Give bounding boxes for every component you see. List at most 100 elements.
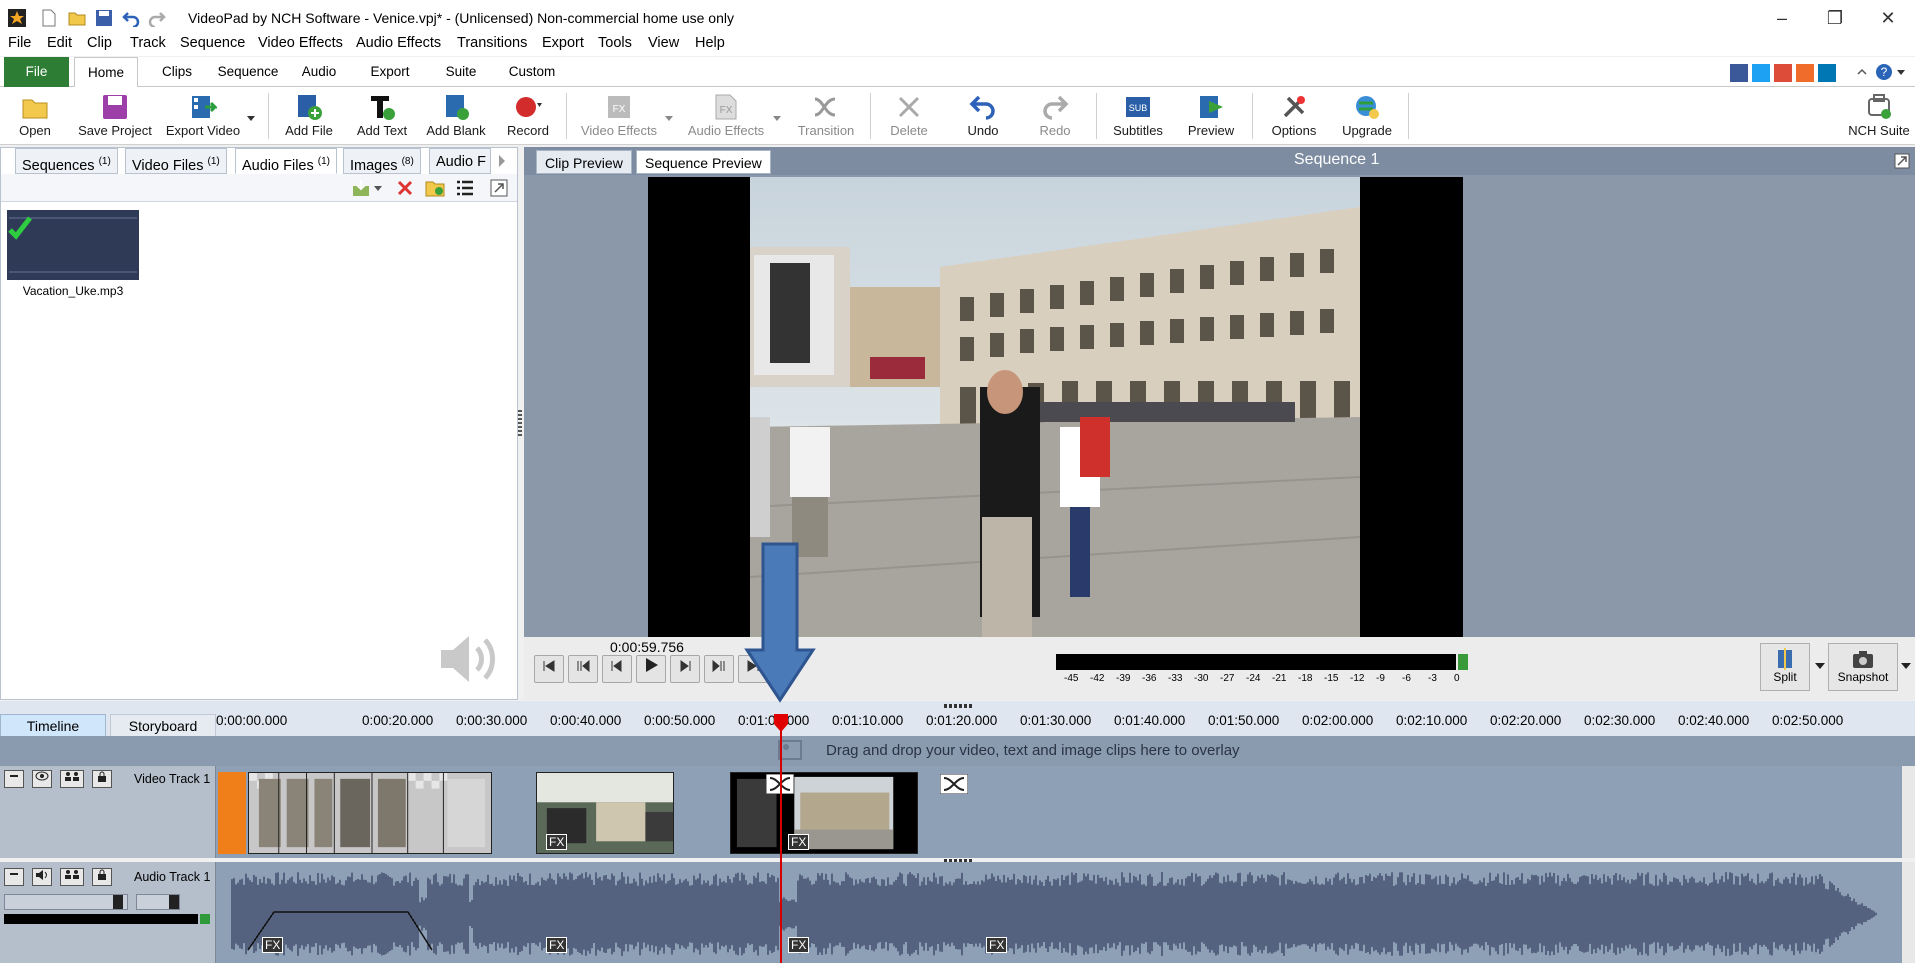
- volume-slider-thumb[interactable]: [113, 895, 123, 909]
- menu-view[interactable]: View: [648, 35, 679, 51]
- new-folder-icon[interactable]: [425, 178, 445, 198]
- blank-clip[interactable]: [218, 772, 246, 854]
- list-view-icon[interactable]: [455, 178, 475, 198]
- tab-home[interactable]: Home: [74, 57, 138, 88]
- video-effects-button[interactable]: FX Video Effects: [578, 89, 660, 143]
- open-button[interactable]: Open: [10, 89, 60, 143]
- next-clip-button[interactable]: [704, 655, 734, 683]
- remove-icon[interactable]: [395, 178, 415, 198]
- menu-sequence[interactable]: Sequence: [180, 35, 245, 51]
- undo-icon[interactable]: [122, 9, 140, 27]
- tab-clips[interactable]: Clips: [152, 57, 202, 87]
- split-button[interactable]: Split: [1760, 643, 1810, 691]
- delete-button[interactable]: Delete: [884, 89, 934, 143]
- help-dropdown-icon[interactable]: [1896, 67, 1906, 77]
- timeline-splitter-grip[interactable]: [944, 703, 974, 709]
- options-button[interactable]: Options: [1266, 89, 1322, 143]
- transition-button[interactable]: Transition: [792, 89, 860, 143]
- export-dropdown-icon[interactable]: [246, 113, 256, 123]
- tab-sequence[interactable]: Sequence: [212, 57, 284, 87]
- video-clip-3[interactable]: [730, 772, 918, 854]
- tab-scroll-right-icon[interactable]: [495, 152, 509, 170]
- save-icon[interactable]: [95, 9, 113, 27]
- audio-clip-4-fx-badge[interactable]: FX: [986, 937, 1008, 953]
- tab-audio[interactable]: Audio: [294, 57, 344, 87]
- menu-help[interactable]: Help: [695, 35, 725, 51]
- menu-edit[interactable]: Edit: [47, 35, 72, 51]
- tab-clip-preview[interactable]: Clip Preview: [536, 150, 632, 174]
- close-button[interactable]: ✕: [1868, 4, 1908, 32]
- tab-export[interactable]: Export: [362, 57, 418, 87]
- menu-audio-effects[interactable]: Audio Effects: [356, 35, 441, 51]
- pan-slider[interactable]: [136, 894, 180, 910]
- import-icon[interactable]: [351, 178, 371, 198]
- tab-images[interactable]: Images (8): [343, 148, 421, 174]
- tab-timeline[interactable]: Timeline: [0, 714, 106, 738]
- audio-clip-2-fx-badge[interactable]: FX: [546, 937, 568, 953]
- next-frame-button[interactable]: [670, 655, 700, 683]
- save-project-button[interactable]: Save Project: [76, 89, 154, 143]
- go-to-start-button[interactable]: [534, 655, 564, 683]
- export-video-button[interactable]: Export Video: [162, 89, 244, 143]
- preview-button[interactable]: Preview: [1182, 89, 1240, 143]
- playhead[interactable]: [780, 716, 782, 963]
- add-file-button[interactable]: Add File: [282, 89, 336, 143]
- tab-file[interactable]: File: [4, 57, 69, 87]
- video-effects-dropdown-icon[interactable]: [664, 113, 674, 123]
- collapse-ribbon-icon[interactable]: [1855, 65, 1869, 79]
- mute-track-button[interactable]: [32, 868, 52, 886]
- new-file-icon[interactable]: [40, 9, 58, 27]
- minimize-button[interactable]: –: [1762, 4, 1802, 32]
- open-folder-icon[interactable]: [68, 9, 86, 27]
- playhead-marker[interactable]: [772, 714, 790, 732]
- clip-3-fx-badge[interactable]: FX: [788, 834, 810, 850]
- restore-button[interactable]: ❐: [1815, 4, 1855, 32]
- timeline-ruler[interactable]: 0:00:00.000 0:00:20.000 0:00:30.000 0:00:40…: [216, 710, 1900, 736]
- collapse-audio-track-button[interactable]: [4, 868, 24, 886]
- audio-track-lock-button[interactable]: [92, 868, 112, 886]
- nch-suite-button[interactable]: NCH Suite: [1846, 89, 1912, 143]
- track-lock-button[interactable]: [92, 770, 112, 788]
- volume-slider[interactable]: [4, 894, 128, 910]
- subtitles-button[interactable]: SUB Subtitles: [1108, 89, 1168, 143]
- video-clip-1[interactable]: [248, 772, 492, 854]
- audio-clip-3-fx-badge[interactable]: FX: [788, 937, 810, 953]
- play-button[interactable]: [636, 655, 666, 683]
- transition-marker-icon[interactable]: [940, 774, 968, 794]
- tab-audio-files[interactable]: Audio Files (1): [235, 148, 337, 174]
- redo-icon[interactable]: [148, 9, 166, 27]
- menu-track[interactable]: Track: [130, 35, 166, 51]
- menu-file[interactable]: File: [8, 35, 31, 51]
- undo-button[interactable]: Undo: [958, 89, 1008, 143]
- clip-2-fx-badge[interactable]: FX: [546, 834, 568, 850]
- social-share-icons[interactable]: [1730, 63, 1850, 83]
- tab-storyboard[interactable]: Storyboard: [110, 714, 216, 738]
- tab-sequences[interactable]: Sequences (1): [15, 148, 118, 174]
- tab-suite[interactable]: Suite: [436, 57, 486, 87]
- snapshot-button[interactable]: Snapshot: [1828, 643, 1898, 691]
- tab-sequence-preview[interactable]: Sequence Preview: [636, 150, 771, 174]
- upgrade-button[interactable]: Upgrade: [1338, 89, 1396, 143]
- collapse-track-button[interactable]: [4, 770, 24, 788]
- audio-effects-button[interactable]: FX Audio Effects: [684, 89, 768, 143]
- menu-export[interactable]: Export: [542, 35, 584, 51]
- pan-slider-thumb[interactable]: [169, 895, 179, 909]
- undock-panel-icon[interactable]: [489, 178, 509, 198]
- audio-waveform[interactable]: [218, 870, 1902, 958]
- record-button[interactable]: Record: [502, 89, 554, 143]
- help-icon[interactable]: ?: [1874, 62, 1894, 82]
- audio-clip-1-fx-badge[interactable]: FX: [262, 937, 284, 953]
- previous-frame-button[interactable]: [602, 655, 632, 683]
- undock-preview-icon[interactable]: [1894, 153, 1910, 169]
- track-group-button[interactable]: [60, 770, 84, 788]
- import-dropdown-icon[interactable]: [373, 183, 383, 193]
- track-visibility-button[interactable]: [32, 770, 52, 788]
- add-text-button[interactable]: Add Text: [352, 89, 412, 143]
- split-dropdown-icon[interactable]: [1814, 659, 1826, 671]
- audio-track-scrollbar[interactable]: [1902, 862, 1915, 963]
- video-track-scrollbar[interactable]: [1902, 766, 1915, 858]
- tab-video-files[interactable]: Video Files (1): [125, 148, 227, 174]
- redo-button[interactable]: Redo: [1030, 89, 1080, 143]
- add-blank-button[interactable]: Add Blank: [424, 89, 488, 143]
- tab-audio-fx[interactable]: Audio F: [429, 148, 491, 174]
